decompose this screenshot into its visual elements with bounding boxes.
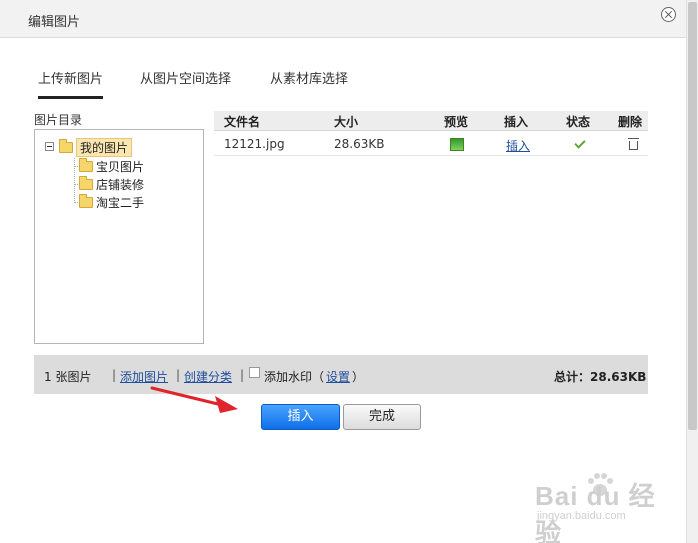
tree-node-label: 淘宝二手 — [96, 196, 145, 210]
tree-node-label: 宝贝图片 — [96, 160, 145, 174]
file-size: 28.63KB — [334, 137, 385, 151]
tab-material-library[interactable]: 从素材库选择 — [270, 68, 348, 87]
red-arrow-annotation — [150, 386, 238, 413]
table-row: 12121.jpg 28.63KB 插入 — [214, 132, 648, 156]
watermark-checkbox[interactable] — [249, 367, 260, 378]
insert-button[interactable]: 插入 — [261, 404, 340, 430]
watermark-label: 添加水印（ — [264, 370, 325, 384]
file-table-header: 文件名 大小 预览 插入 状态 删除 — [214, 111, 648, 131]
tab-image-space[interactable]: 从图片空间选择 — [140, 68, 231, 87]
baidu-jingyan-watermark: Bai du 经验 jingyan.baidu.com — [535, 470, 665, 543]
collapse-icon[interactable] — [45, 142, 54, 151]
folder-icon — [79, 176, 93, 190]
folder-icon — [79, 158, 93, 172]
tree-title: 图片目录 — [34, 113, 83, 127]
check-icon — [574, 137, 586, 149]
insert-link[interactable]: 插入 — [506, 137, 530, 154]
column-header-delete: 删除 — [618, 115, 643, 129]
status-bar: 1 张图片 | 添加图片 | 创建分类 | 添加水印（ 设置 ） 总计：28.6… — [34, 355, 648, 394]
dialog-title: 编辑图片 — [28, 15, 81, 30]
folder-icon — [79, 194, 93, 208]
folder-tree: 我的图片 宝贝图片 店铺装修 淘宝二手 — [34, 129, 204, 344]
total-size: 总计：28.63KB — [554, 370, 647, 384]
tree-node-child[interactable]: 淘宝二手 — [79, 194, 144, 211]
watermark-settings-link[interactable]: 设置 — [326, 368, 350, 385]
close-icon[interactable] — [661, 7, 676, 22]
file-name: 12121.jpg — [224, 137, 285, 151]
paren-close: ） — [352, 370, 365, 384]
tree-node-label: 店铺装修 — [96, 178, 145, 192]
done-button[interactable]: 完成 — [343, 404, 421, 430]
tree-node-label: 我的图片 — [76, 138, 133, 157]
scrollbar-thumb[interactable] — [688, 2, 697, 430]
trash-icon[interactable] — [628, 138, 639, 150]
column-header-preview: 预览 — [444, 115, 469, 129]
watermark-url: jingyan.baidu.com — [537, 510, 626, 522]
tree-node-child[interactable]: 宝贝图片 — [79, 158, 144, 175]
dialog-titlebar: 编辑图片 — [0, 0, 686, 38]
tree-node-child[interactable]: 店铺装修 — [79, 176, 144, 193]
vertical-scrollbar[interactable] — [686, 0, 698, 543]
column-header-insert: 插入 — [504, 115, 529, 129]
tab-upload-new[interactable]: 上传新图片 — [38, 68, 104, 99]
column-header-size: 大小 — [334, 115, 359, 129]
column-header-filename: 文件名 — [224, 115, 261, 129]
image-count: 1 张图片 — [44, 370, 92, 384]
image-preview-icon[interactable] — [450, 138, 464, 151]
tree-node-root[interactable]: 我的图片 — [59, 138, 133, 157]
column-header-status: 状态 — [566, 115, 591, 129]
tree-connector — [74, 158, 75, 203]
folder-open-icon — [59, 139, 73, 153]
separator: | — [112, 368, 117, 382]
